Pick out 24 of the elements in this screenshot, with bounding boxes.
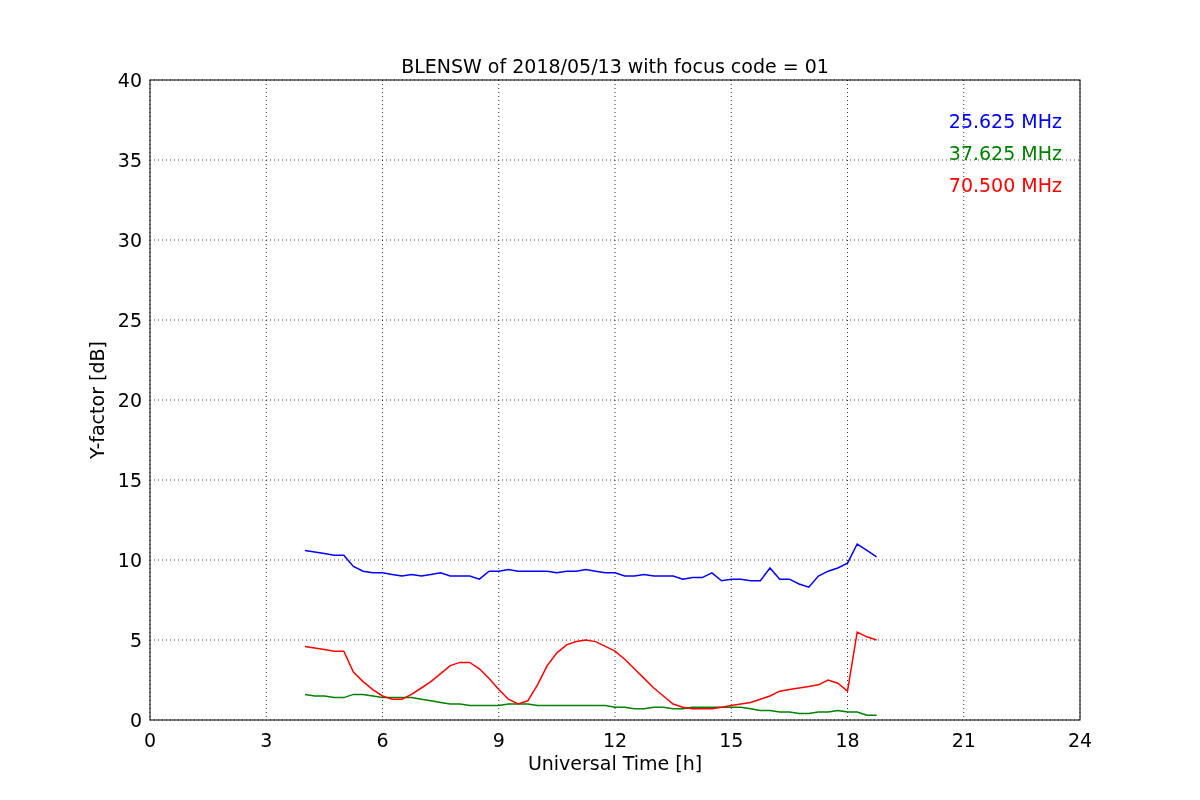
tick-label: 12 [602,729,628,751]
x-axis-label: Universal Time [h] [527,752,703,774]
legend-label: 25.625 MHz [948,110,1062,132]
y-axis-label: Y-factor [dB] [86,341,108,459]
tick-label: 24 [1067,729,1093,751]
tick-label: 25 [117,309,142,331]
tick-label: 0 [143,729,157,751]
tick-label: 21 [951,729,976,751]
tick-label: 6 [376,729,389,751]
chart-title: BLENSW of 2018/05/13 with focus code = 01 [401,55,829,77]
tick-label: 10 [117,549,142,571]
legend-label: 70.500 MHz [948,174,1062,196]
tick-label: 30 [117,229,142,251]
tick-label: 20 [117,389,142,411]
tick-label: 35 [117,149,142,171]
tick-label: 15 [719,729,744,751]
tick-label: 0 [129,709,142,731]
tick-label: 18 [835,729,860,751]
tick-label: 40 [117,69,142,91]
tick-label: 3 [260,729,273,751]
legend-label: 37.625 MHz [948,142,1062,164]
tick-label: 15 [117,469,142,491]
tick-label: 9 [492,729,505,751]
tick-label: 5 [129,629,142,651]
